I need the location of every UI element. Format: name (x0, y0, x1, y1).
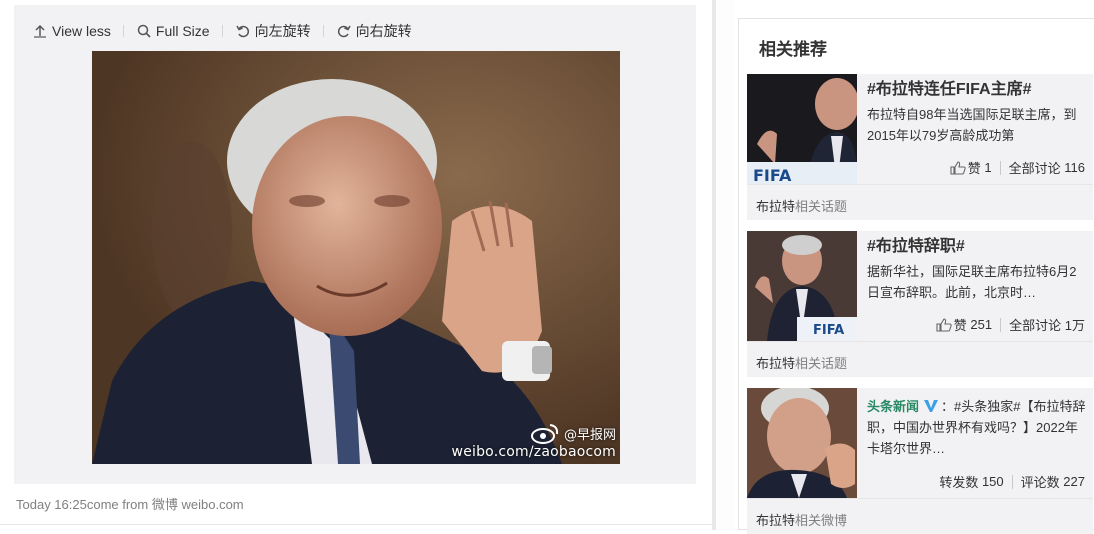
comment-count: 227 (1063, 474, 1085, 489)
rotate-right-button[interactable]: 向右旋转 (324, 21, 424, 41)
related-header: 相关推荐 (759, 40, 827, 59)
card-title[interactable]: #布拉特连任FIFA主席# (867, 78, 1089, 102)
card-stats: 赞 1 全部讨论 116 (942, 158, 1085, 177)
discussion-label: 全部讨论 (1009, 318, 1062, 333)
full-size-button[interactable]: Full Size (124, 23, 222, 39)
like-label: 赞 (967, 161, 981, 176)
card-title[interactable]: #布拉特辞职# (867, 235, 1089, 259)
card-desc: 头条新闻 ：#头条独家#【布拉特辞职，中国办世界杯有戏吗？】2022年卡塔尔世界… (867, 396, 1089, 459)
related-card[interactable]: 头条新闻 ：#头条独家#【布拉特辞职，中国办世界杯有戏吗？】2022年卡塔尔世界… (747, 388, 1093, 534)
card-stats: 赞 251 全部讨论 1万 (928, 315, 1085, 334)
fifa-sign: FIFA (753, 166, 792, 184)
rotate-right-icon (337, 25, 351, 38)
card-thumbnail[interactable] (747, 388, 857, 498)
footer-tag: 相关话题 (795, 356, 848, 371)
watermark-url: weibo.com/zaobaocom (451, 444, 616, 460)
footer-name: 布拉特 (756, 513, 796, 528)
photo-illustration (92, 51, 620, 464)
discussion-link[interactable]: 全部讨论 116 (1001, 158, 1085, 177)
photo-watermark: @早报网 weibo.com/zaobaocom (452, 422, 616, 460)
card-thumbnail[interactable]: FIFA (747, 231, 857, 341)
repost-count: 150 (981, 474, 1004, 489)
collapse-up-icon (34, 24, 46, 38)
card-footer[interactable]: 布拉特相关话题 (747, 341, 1093, 377)
card-info: #布拉特辞职# 据新华社，国际足联主席布拉特6月2日宣布辞职。此前，北京时… (867, 235, 1089, 303)
view-less-button[interactable]: View less (32, 23, 123, 39)
thumbs-up-icon (950, 160, 966, 175)
come-from-label: come from (86, 497, 149, 512)
footer-name: 布拉特 (756, 356, 796, 371)
bottom-divider (0, 524, 712, 525)
watermark-brand: @早报网 (563, 427, 616, 443)
related-card[interactable]: FIFA #布拉特连任FIFA主席# 布拉特自98年当选国际足联主席，到2015… (747, 74, 1093, 220)
like-count: 251 (970, 317, 993, 332)
card-desc: 布拉特自98年当选国际足联主席，到2015年以79岁高龄成功第 (867, 107, 1077, 143)
rotate-left-label: 向左旋转 (254, 23, 311, 39)
view-less-label: View less (52, 23, 111, 39)
discussion-link[interactable]: 全部讨论 1万 (1001, 315, 1085, 334)
main-photo[interactable]: @早报网 weibo.com/zaobaocom (92, 51, 620, 464)
thumbs-up-icon (936, 317, 952, 332)
discussion-count: 116 (1064, 160, 1085, 175)
media-box: View less Full Size 向左旋转 向右旋转 @早报网 weibo… (14, 5, 696, 484)
media-toolbar: View less Full Size 向左旋转 向右旋转 (32, 19, 424, 43)
fifa-sign: FIFA (813, 323, 845, 338)
full-size-label: Full Size (155, 23, 210, 39)
rotate-right-label: 向右旋转 (355, 23, 412, 39)
rotate-left-button[interactable]: 向左旋转 (223, 21, 323, 41)
related-card[interactable]: FIFA #布拉特辞职# 据新华社，国际足联主席布拉特6月2日宣布辞职。此前，北… (747, 231, 1093, 377)
card-footer[interactable]: 布拉特相关微博 (747, 498, 1093, 534)
repost-label: 转发数 (939, 475, 979, 490)
rotate-left-icon (235, 25, 249, 38)
thumb-illustration (747, 388, 857, 498)
discussion-count: 1万 (1064, 318, 1085, 333)
magnifier-icon (137, 24, 151, 38)
post-time: Today 16:25 (16, 497, 87, 512)
source-link[interactable]: 微博 weibo.com (152, 497, 244, 512)
weibo-logo-icon (530, 424, 559, 444)
verified-badge-icon (924, 400, 939, 412)
like-button[interactable]: 赞 251 (928, 315, 1000, 334)
like-label: 赞 (953, 318, 967, 333)
card-stats: 转发数 150 评论数 227 (931, 472, 1085, 491)
like-count: 1 (984, 160, 992, 175)
like-button[interactable]: 赞 1 (942, 158, 1000, 177)
repost-link[interactable]: 转发数 150 (931, 472, 1011, 491)
related-panel: 相关推荐 FIFA #布拉特连任FIFA主席# 布拉特自98年当选国际足联主席，… (738, 18, 1094, 534)
media-panel: View less Full Size 向左旋转 向右旋转 @早报网 weibo… (0, 0, 712, 530)
card-info: #布拉特连任FIFA主席# 布拉特自98年当选国际足联主席，到2015年以79岁… (867, 78, 1089, 146)
card-thumbnail[interactable]: FIFA (747, 74, 857, 184)
comment-link[interactable]: 评论数 227 (1013, 472, 1085, 491)
card-desc: 据新华社，国际足联主席布拉特6月2日宣布辞职。此前，北京时… (867, 264, 1077, 300)
comment-label: 评论数 (1020, 475, 1060, 490)
card-info: 头条新闻 ：#头条独家#【布拉特辞职，中国办世界杯有戏吗？】2022年卡塔尔世界… (867, 392, 1089, 459)
footer-name: 布拉特 (756, 199, 796, 214)
discussion-label: 全部讨论 (1008, 161, 1061, 176)
post-meta: Today 16:25come from 微博 weibo.com (16, 494, 244, 513)
footer-tag: 相关话题 (795, 199, 848, 214)
footer-tag: 相关微博 (795, 513, 848, 528)
column-gutter (716, 0, 734, 530)
card-footer[interactable]: 布拉特相关话题 (747, 184, 1093, 220)
author-name[interactable]: 头条新闻 (867, 399, 919, 414)
